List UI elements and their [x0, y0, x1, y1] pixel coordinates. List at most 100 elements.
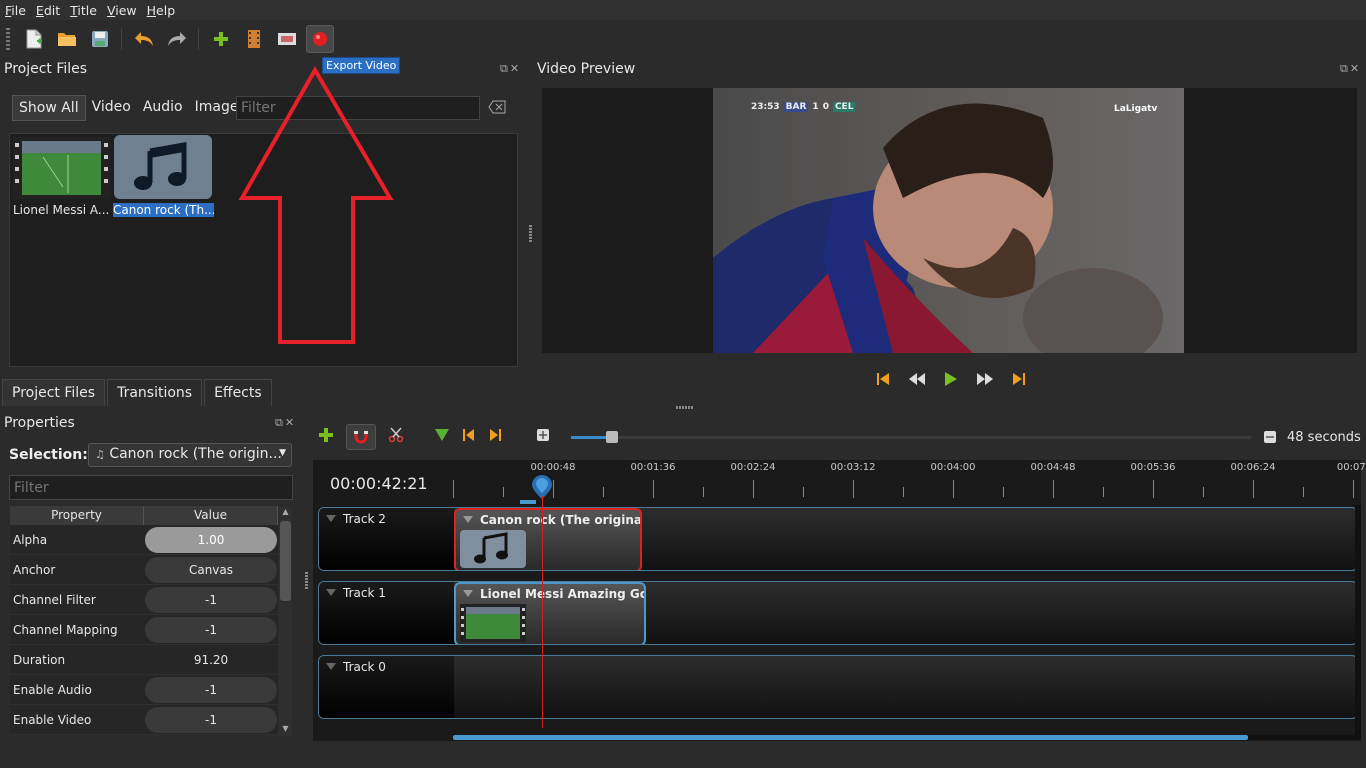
export-video-button[interactable]	[306, 25, 334, 53]
menu-file[interactable]: File	[0, 3, 31, 18]
column-header-property[interactable]: Property	[10, 506, 144, 525]
property-name: Enable Audio	[13, 683, 92, 697]
property-value[interactable]: -1	[145, 616, 277, 643]
menu-help[interactable]: Help	[142, 3, 181, 18]
snapping-toggle[interactable]	[346, 424, 376, 450]
jump-end-button[interactable]	[1008, 368, 1030, 390]
tab-transitions[interactable]: Transitions	[107, 379, 203, 406]
filter-video[interactable]: Video	[86, 95, 137, 121]
properties-scrollbar[interactable]: ▲ ▼	[279, 507, 292, 736]
zoom-slider-handle[interactable]	[605, 431, 618, 443]
new-file-icon	[26, 29, 42, 49]
toolbar-grip[interactable]	[6, 28, 10, 50]
clear-filter-button[interactable]	[488, 100, 506, 118]
timeline-scroll-thumb[interactable]	[453, 735, 1248, 740]
timeline-toolbar	[318, 424, 550, 450]
zoom-slider-track[interactable]	[571, 431, 1251, 443]
splitter-handle[interactable]	[676, 406, 694, 409]
choose-profile-button[interactable]	[240, 25, 268, 53]
property-value[interactable]: 91.20	[145, 647, 277, 673]
property-value-cell[interactable]: 1.00	[144, 525, 278, 554]
property-value[interactable]: -1	[145, 586, 277, 613]
property-row[interactable]: Enable Video -1	[10, 705, 278, 735]
scroll-up-icon[interactable]: ▲	[279, 507, 292, 519]
timeline-horizontal-scrollbar[interactable]	[453, 735, 1358, 740]
selection-dropdown[interactable]: ♫ Canon rock (The origin... ▼	[88, 443, 292, 467]
add-marker-button[interactable]	[434, 428, 450, 446]
vertical-splitter-handle[interactable]	[529, 225, 532, 243]
property-value-cell[interactable]: Canvas	[144, 555, 278, 584]
property-value-cell[interactable]: -1	[144, 585, 278, 614]
track-2[interactable]: Track 2 Canon rock (The original) ...	[318, 507, 1358, 571]
new-project-button[interactable]	[20, 25, 48, 53]
tab-project-files[interactable]: Project Files	[2, 379, 106, 406]
fullscreen-button[interactable]	[273, 25, 301, 53]
next-marker-icon	[490, 429, 501, 441]
project-files-dock-buttons[interactable]: ⧉✕	[500, 62, 521, 76]
scoreboard: 23:53 BAR 1 0 CEL	[751, 102, 856, 112]
fast-forward-button[interactable]	[974, 368, 996, 390]
property-row[interactable]: Anchor Canvas	[10, 555, 278, 585]
track-0-label[interactable]: Track 0	[319, 656, 454, 718]
track-2-label[interactable]: Track 2	[319, 508, 454, 570]
property-row[interactable]: Enable Audio -1	[10, 675, 278, 705]
property-row[interactable]: Channel Filter -1	[10, 585, 278, 615]
zoom-level-label: 48 seconds	[1287, 430, 1361, 445]
property-value-cell[interactable]: -1	[144, 705, 278, 734]
filter-show-all[interactable]: Show All	[12, 95, 86, 121]
property-value-cell[interactable]: 91.20	[144, 645, 278, 674]
save-project-button[interactable]	[86, 25, 114, 53]
property-row[interactable]: Duration 91.20	[10, 645, 278, 675]
add-track-button[interactable]	[318, 427, 334, 447]
filter-audio[interactable]: Audio	[137, 95, 189, 121]
open-folder-icon	[58, 33, 76, 46]
menu-view[interactable]: View	[102, 3, 142, 18]
next-marker-button[interactable]	[488, 428, 502, 446]
properties-dock-buttons[interactable]: ⧉✕	[275, 416, 296, 430]
timeline-splitter-handle[interactable]	[305, 572, 308, 590]
previous-marker-button[interactable]	[462, 428, 476, 446]
property-value[interactable]: -1	[145, 706, 277, 733]
property-value[interactable]: Canvas	[145, 556, 277, 583]
menu-title[interactable]: Title	[65, 3, 102, 18]
property-value-cell[interactable]: -1	[144, 615, 278, 644]
property-value[interactable]: 1.00	[145, 526, 277, 553]
undo-button[interactable]	[130, 25, 158, 53]
timeline-ruler[interactable]: 00:00:48 00:01:36 00:02:24 00:03:12 00:04:00…	[453, 460, 1366, 500]
track-1-label[interactable]: Track 1	[319, 582, 454, 644]
file-label-video[interactable]: Lionel Messi A...	[13, 203, 110, 217]
ruler-label: 00:01:36	[630, 462, 676, 473]
scroll-down-icon[interactable]: ▼	[279, 724, 292, 736]
save-icon	[92, 31, 108, 47]
property-name: Alpha	[13, 533, 48, 547]
track-1[interactable]: Track 1 Lionel Messi Amazing Goal...	[318, 581, 1358, 645]
properties-filter-input[interactable]	[9, 475, 293, 500]
file-label-audio[interactable]: Canon rock (Th...	[113, 203, 214, 217]
video-preview-dock-buttons[interactable]: ⧉✕	[1340, 62, 1361, 76]
import-files-button[interactable]	[207, 25, 235, 53]
razor-tool-button[interactable]	[388, 427, 404, 447]
previous-marker-icon	[463, 429, 474, 441]
center-timeline-button[interactable]	[536, 428, 550, 446]
track-0[interactable]: Track 0	[318, 655, 1358, 719]
play-button[interactable]	[940, 368, 962, 390]
file-thumb-audio[interactable]	[114, 135, 212, 199]
rewind-button[interactable]	[906, 368, 928, 390]
audio-clip[interactable]: Canon rock (The original) ...	[454, 508, 642, 570]
redo-button[interactable]	[163, 25, 191, 53]
property-row[interactable]: Alpha 1.00	[10, 525, 278, 555]
property-value-cell[interactable]: -1	[144, 675, 278, 704]
ruler-tick	[853, 480, 854, 498]
timeline-vertical-scrollbar[interactable]	[1355, 505, 1361, 740]
property-value[interactable]: -1	[145, 676, 277, 703]
open-project-button[interactable]	[53, 25, 81, 53]
file-thumb-video[interactable]	[13, 137, 110, 199]
jump-start-button[interactable]	[872, 368, 894, 390]
menu-edit[interactable]: Edit	[31, 3, 65, 18]
property-row[interactable]: Channel Mapping -1	[10, 615, 278, 645]
video-clip[interactable]: Lionel Messi Amazing Goal...	[454, 582, 646, 644]
scrollbar-thumb[interactable]	[280, 521, 291, 601]
column-header-value[interactable]: Value	[144, 506, 278, 525]
ruler-tick	[903, 487, 904, 497]
tab-effects[interactable]: Effects	[204, 379, 272, 406]
